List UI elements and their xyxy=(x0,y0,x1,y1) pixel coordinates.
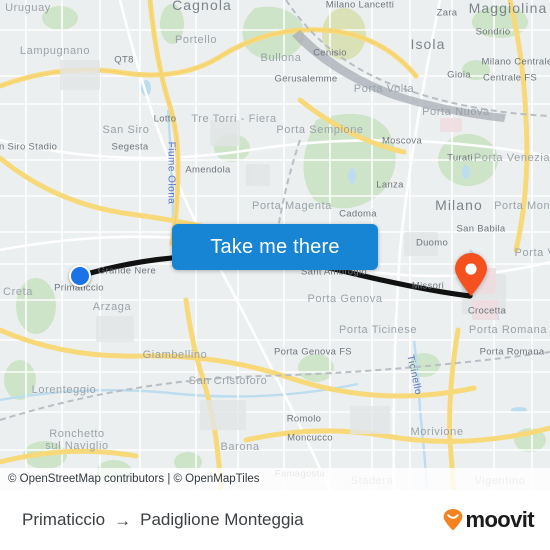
route-origin-label: Primaticcio xyxy=(22,510,106,529)
footer-bar: Primaticcio → Padiglione Monteggia moovi… xyxy=(0,490,550,550)
map-canvas[interactable]: Uruguay Cagnola Milano Lancetti Zara Maggiol… xyxy=(0,0,550,490)
moovit-wordmark: moovit xyxy=(465,507,534,532)
route-summary: Primaticcio → Padiglione Monteggia xyxy=(22,510,304,530)
route-destination-label: Padiglione Monteggia xyxy=(140,510,304,529)
arrow-right-icon: → xyxy=(114,510,132,530)
moovit-pin-icon xyxy=(444,509,463,531)
destination-marker[interactable] xyxy=(454,253,488,302)
take-me-there-button[interactable]: Take me there xyxy=(172,224,378,270)
take-me-there-label: Take me there xyxy=(210,235,340,258)
map-pin-icon xyxy=(455,253,487,296)
origin-marker[interactable] xyxy=(69,265,91,287)
moovit-logo[interactable]: moovit xyxy=(443,507,535,533)
attribution-text: © OpenStreetMap contributors | © OpenMap… xyxy=(8,473,260,485)
moovit-route-card: Uruguay Cagnola Milano Lancetti Zara Maggiol… xyxy=(0,0,550,550)
map-attribution: © OpenStreetMap contributors | © OpenMap… xyxy=(0,468,550,490)
